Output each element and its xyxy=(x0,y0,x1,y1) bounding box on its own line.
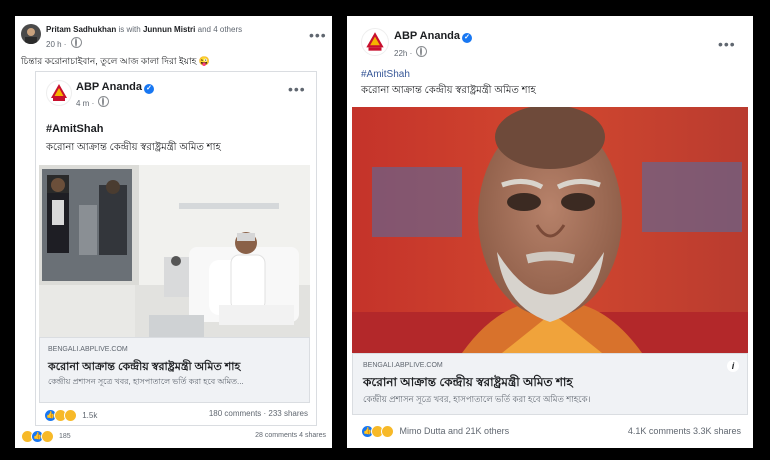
inner-shares-count[interactable]: 233 shares xyxy=(268,409,308,418)
page-name[interactable]: ABP Ananda xyxy=(394,30,460,42)
outer-reactions[interactable]: 👍 185 xyxy=(21,430,71,443)
more-options-icon[interactable]: ••• xyxy=(309,27,327,43)
inner-engagement: 180 comments · 233 shares xyxy=(208,409,308,418)
reactions-label: Mimo Dutta and 21K others xyxy=(399,425,510,436)
sad-reaction-icon xyxy=(64,409,77,422)
post-reactions[interactable]: 👍 Mimo Dutta and 21K others xyxy=(361,425,509,438)
inner-reactions[interactable]: 👍 1.5k xyxy=(44,409,97,422)
outer-reaction-count: 185 xyxy=(58,433,71,441)
inner-time-line: 4 m · xyxy=(76,96,110,108)
hospital-photo[interactable] xyxy=(39,165,310,337)
left-shared-post: Pritam Sadhukhan is with Junnun Mistri a… xyxy=(15,16,332,448)
inner-hashtag[interactable]: #AmitShah xyxy=(46,123,103,135)
and-others[interactable]: and 4 others xyxy=(198,25,242,34)
embedded-post: ABP Ananda ✓ 4 m · ••• #AmitShah করোনা আক… xyxy=(35,71,317,426)
sharer-avatar[interactable] xyxy=(21,24,41,44)
inner-page-name[interactable]: ABP Ananda xyxy=(76,81,142,93)
abp-logo-avatar[interactable] xyxy=(46,80,72,106)
link-domain: BENGALI.ABPLIVE.COM xyxy=(48,346,128,353)
globe-icon xyxy=(98,96,110,107)
page-name-row: ABP Ananda ✓ xyxy=(394,30,473,43)
portrait-photo[interactable] xyxy=(352,107,748,353)
tagged-name[interactable]: Junnun Mistri xyxy=(143,25,195,34)
wow-reaction-icon xyxy=(41,430,54,443)
globe-icon xyxy=(416,46,428,57)
inner-comments-count[interactable]: 180 comments xyxy=(209,409,261,418)
more-options-icon[interactable]: ••• xyxy=(718,36,736,52)
with-word: is with xyxy=(118,25,141,34)
sharer-line: Pritam Sadhukhan is with Junnun Mistri a… xyxy=(46,25,242,34)
inner-time[interactable]: 4 m xyxy=(76,99,89,108)
link-preview-card[interactable]: BENGALI.ABPLIVE.COM করোনা আক্রান্ত কেন্দ… xyxy=(39,337,310,403)
verified-badge-icon: ✓ xyxy=(144,84,155,94)
post-time-line: 22h · xyxy=(394,46,428,58)
right-original-post: ABP Ananda ✓ 22h · ••• #AmitShah করোনা আক… xyxy=(347,16,753,448)
link-description: কেন্দ্রীয় প্রশাসন সূত্রে খবর, হাসপাতালে… xyxy=(48,377,244,386)
sharer-caption: চিন্তার করোনাচাইবান, তুলে আজ কালা দিরা ই… xyxy=(21,56,211,66)
sharer-time-line: 20 h · xyxy=(46,37,82,49)
post-time[interactable]: 22h xyxy=(394,49,407,58)
link-domain: BENGALI.ABPLIVE.COM xyxy=(363,362,443,369)
outer-shares-count[interactable]: 4 shares xyxy=(299,432,326,439)
abp-logo-avatar[interactable] xyxy=(361,28,389,56)
link-description: কেন্দ্রীয় প্রশাসন সূত্রে খবর, হাসপাতালে… xyxy=(363,394,591,404)
comments-count[interactable]: 4.1K comments xyxy=(628,426,691,436)
link-title: করোনা আক্রান্ত কেন্দ্রীয় স্বরাষ্ট্রমন্ত… xyxy=(363,375,573,389)
globe-icon xyxy=(70,37,82,48)
inner-page-name-row: ABP Ananda ✓ xyxy=(76,81,155,94)
sharer-name[interactable]: Pritam Sadhukhan xyxy=(46,25,116,34)
post-headline: করোনা আক্রান্ত কেন্দ্রীয় স্বরাষ্ট্রমন্ত… xyxy=(361,85,536,96)
info-icon[interactable]: i xyxy=(727,360,739,372)
shares-count[interactable]: 3.3K shares xyxy=(693,426,741,436)
post-hashtag[interactable]: #AmitShah xyxy=(361,69,410,80)
post-engagement: 4.1K comments 3.3K shares xyxy=(628,426,741,436)
link-title: করোনা আক্রান্ত কেন্দ্রীয় স্বরাষ্ট্রমন্ত… xyxy=(48,361,241,373)
outer-comments-count[interactable]: 28 comments xyxy=(255,432,297,439)
inner-reaction-count: 1.5k xyxy=(82,410,98,420)
verified-badge-icon: ✓ xyxy=(462,33,473,43)
sad-reaction-icon xyxy=(381,425,394,438)
outer-engagement: 28 comments 4 shares xyxy=(255,432,326,439)
inner-headline: করোনা আক্রান্ত কেন্দ্রীয় স্বরাষ্ট্রমন্ত… xyxy=(46,142,221,153)
sharer-time[interactable]: 20 h xyxy=(46,40,62,49)
inner-more-options-icon[interactable]: ••• xyxy=(288,81,306,97)
link-preview-card[interactable]: BENGALI.ABPLIVE.COM করোনা আক্রান্ত কেন্দ… xyxy=(352,353,748,415)
